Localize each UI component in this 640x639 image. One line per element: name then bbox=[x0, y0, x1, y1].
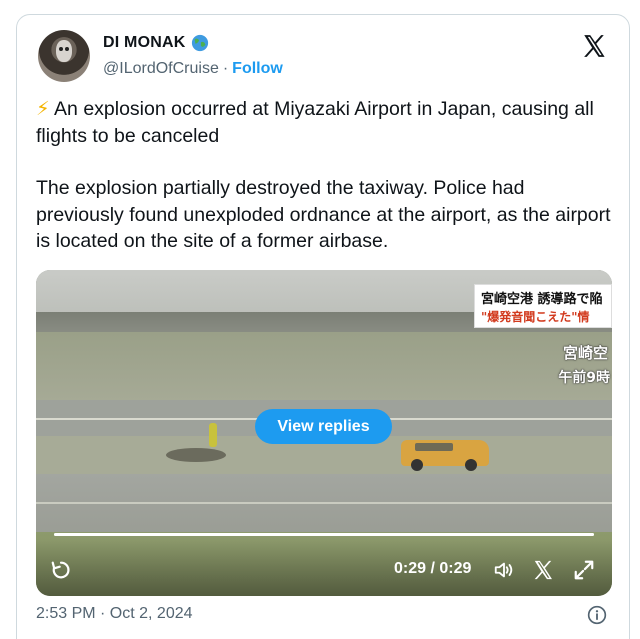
globe-icon bbox=[192, 34, 209, 52]
tweet-card: DI MONAK @ILordOfCruise · Follow ⚡ An ex… bbox=[16, 14, 630, 639]
replay-icon[interactable] bbox=[50, 559, 72, 581]
lightning-icon: ⚡ bbox=[36, 98, 50, 120]
tweet-timestamp[interactable]: 2:53 PM · Oct 2, 2024 bbox=[36, 605, 193, 623]
avatar-eye bbox=[59, 47, 63, 51]
video-progress-fill bbox=[54, 533, 594, 536]
video-field bbox=[36, 332, 612, 402]
x-logo-icon[interactable] bbox=[532, 559, 554, 581]
author-handle[interactable]: @ILordOfCruise bbox=[103, 60, 219, 78]
tweet-text: ⚡ An explosion occurred at Miyazaki Airp… bbox=[36, 96, 616, 255]
avatar[interactable] bbox=[38, 30, 90, 82]
news-caption-line-1: 宮崎空港 誘導路で陥 bbox=[481, 292, 603, 307]
fullscreen-icon[interactable] bbox=[573, 559, 595, 581]
tweet-paragraph-1-text: An explosion occurred at Miyazaki Airpor… bbox=[36, 98, 594, 147]
avatar-face bbox=[56, 40, 72, 62]
video-timecode: 0:29 / 0:29 bbox=[394, 560, 472, 577]
car-wheel bbox=[411, 459, 423, 471]
handle-separator: · bbox=[222, 60, 229, 77]
car-window bbox=[415, 443, 453, 451]
video-car bbox=[401, 440, 489, 471]
view-replies-button[interactable]: View replies bbox=[255, 409, 392, 444]
controls-gradient bbox=[36, 540, 612, 596]
author-handle-row: @ILordOfCruise · Follow bbox=[103, 60, 283, 78]
video-taxiway bbox=[36, 474, 612, 534]
location-overlay: 宮崎空 bbox=[562, 344, 608, 362]
taxiway-stripe bbox=[36, 502, 612, 504]
time-overlay: 午前9時 bbox=[558, 370, 610, 386]
x-logo-icon[interactable] bbox=[581, 33, 607, 59]
info-icon[interactable] bbox=[587, 605, 607, 625]
author-display-name[interactable]: DI MONAK bbox=[103, 34, 185, 52]
video-person bbox=[209, 423, 217, 447]
video-progress-bar[interactable] bbox=[54, 533, 594, 536]
tweet-paragraph-1: ⚡ An explosion occurred at Miyazaki Airp… bbox=[36, 96, 616, 149]
news-caption-line-2: "爆発音聞こえた"情 bbox=[481, 310, 590, 324]
author-name-row: DI MONAK bbox=[103, 34, 209, 52]
avatar-eye bbox=[65, 47, 69, 51]
news-caption-box: 宮崎空港 誘導路で陥 "爆発音聞こえた"情 bbox=[474, 284, 612, 328]
follow-button[interactable]: Follow bbox=[232, 60, 283, 78]
car-wheel bbox=[465, 459, 477, 471]
video-debris bbox=[166, 448, 226, 462]
video-player[interactable]: 宮崎空港 誘導路で陥 "爆発音聞こえた"情 宮崎空 午前9時 View repl… bbox=[36, 270, 612, 596]
tweet-paragraph-2: The explosion partially destroyed the ta… bbox=[36, 177, 611, 252]
volume-icon[interactable] bbox=[492, 559, 516, 581]
